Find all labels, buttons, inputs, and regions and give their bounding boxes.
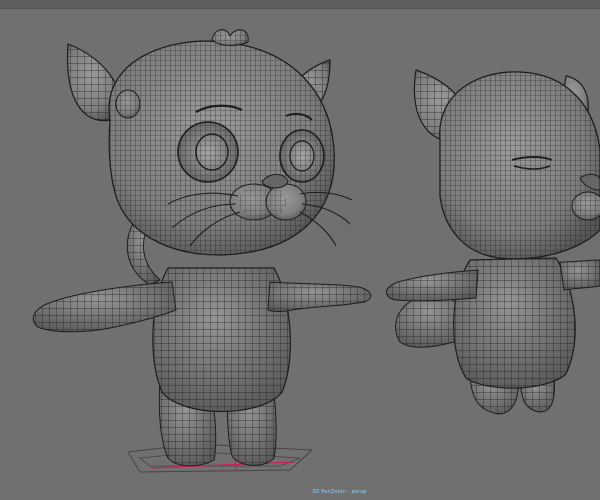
viewport-scene[interactable] bbox=[0, 0, 600, 500]
cat-model-side[interactable] bbox=[386, 69, 600, 415]
maya-viewport[interactable]: 3D PanZoom : persp bbox=[0, 0, 600, 500]
cat-model-front[interactable] bbox=[32, 29, 372, 467]
floor-grid-locator[interactable] bbox=[127, 443, 314, 473]
eye-left bbox=[177, 121, 239, 183]
eye-right bbox=[279, 129, 325, 183]
camera-label: 3D PanZoom : persp bbox=[312, 489, 367, 495]
